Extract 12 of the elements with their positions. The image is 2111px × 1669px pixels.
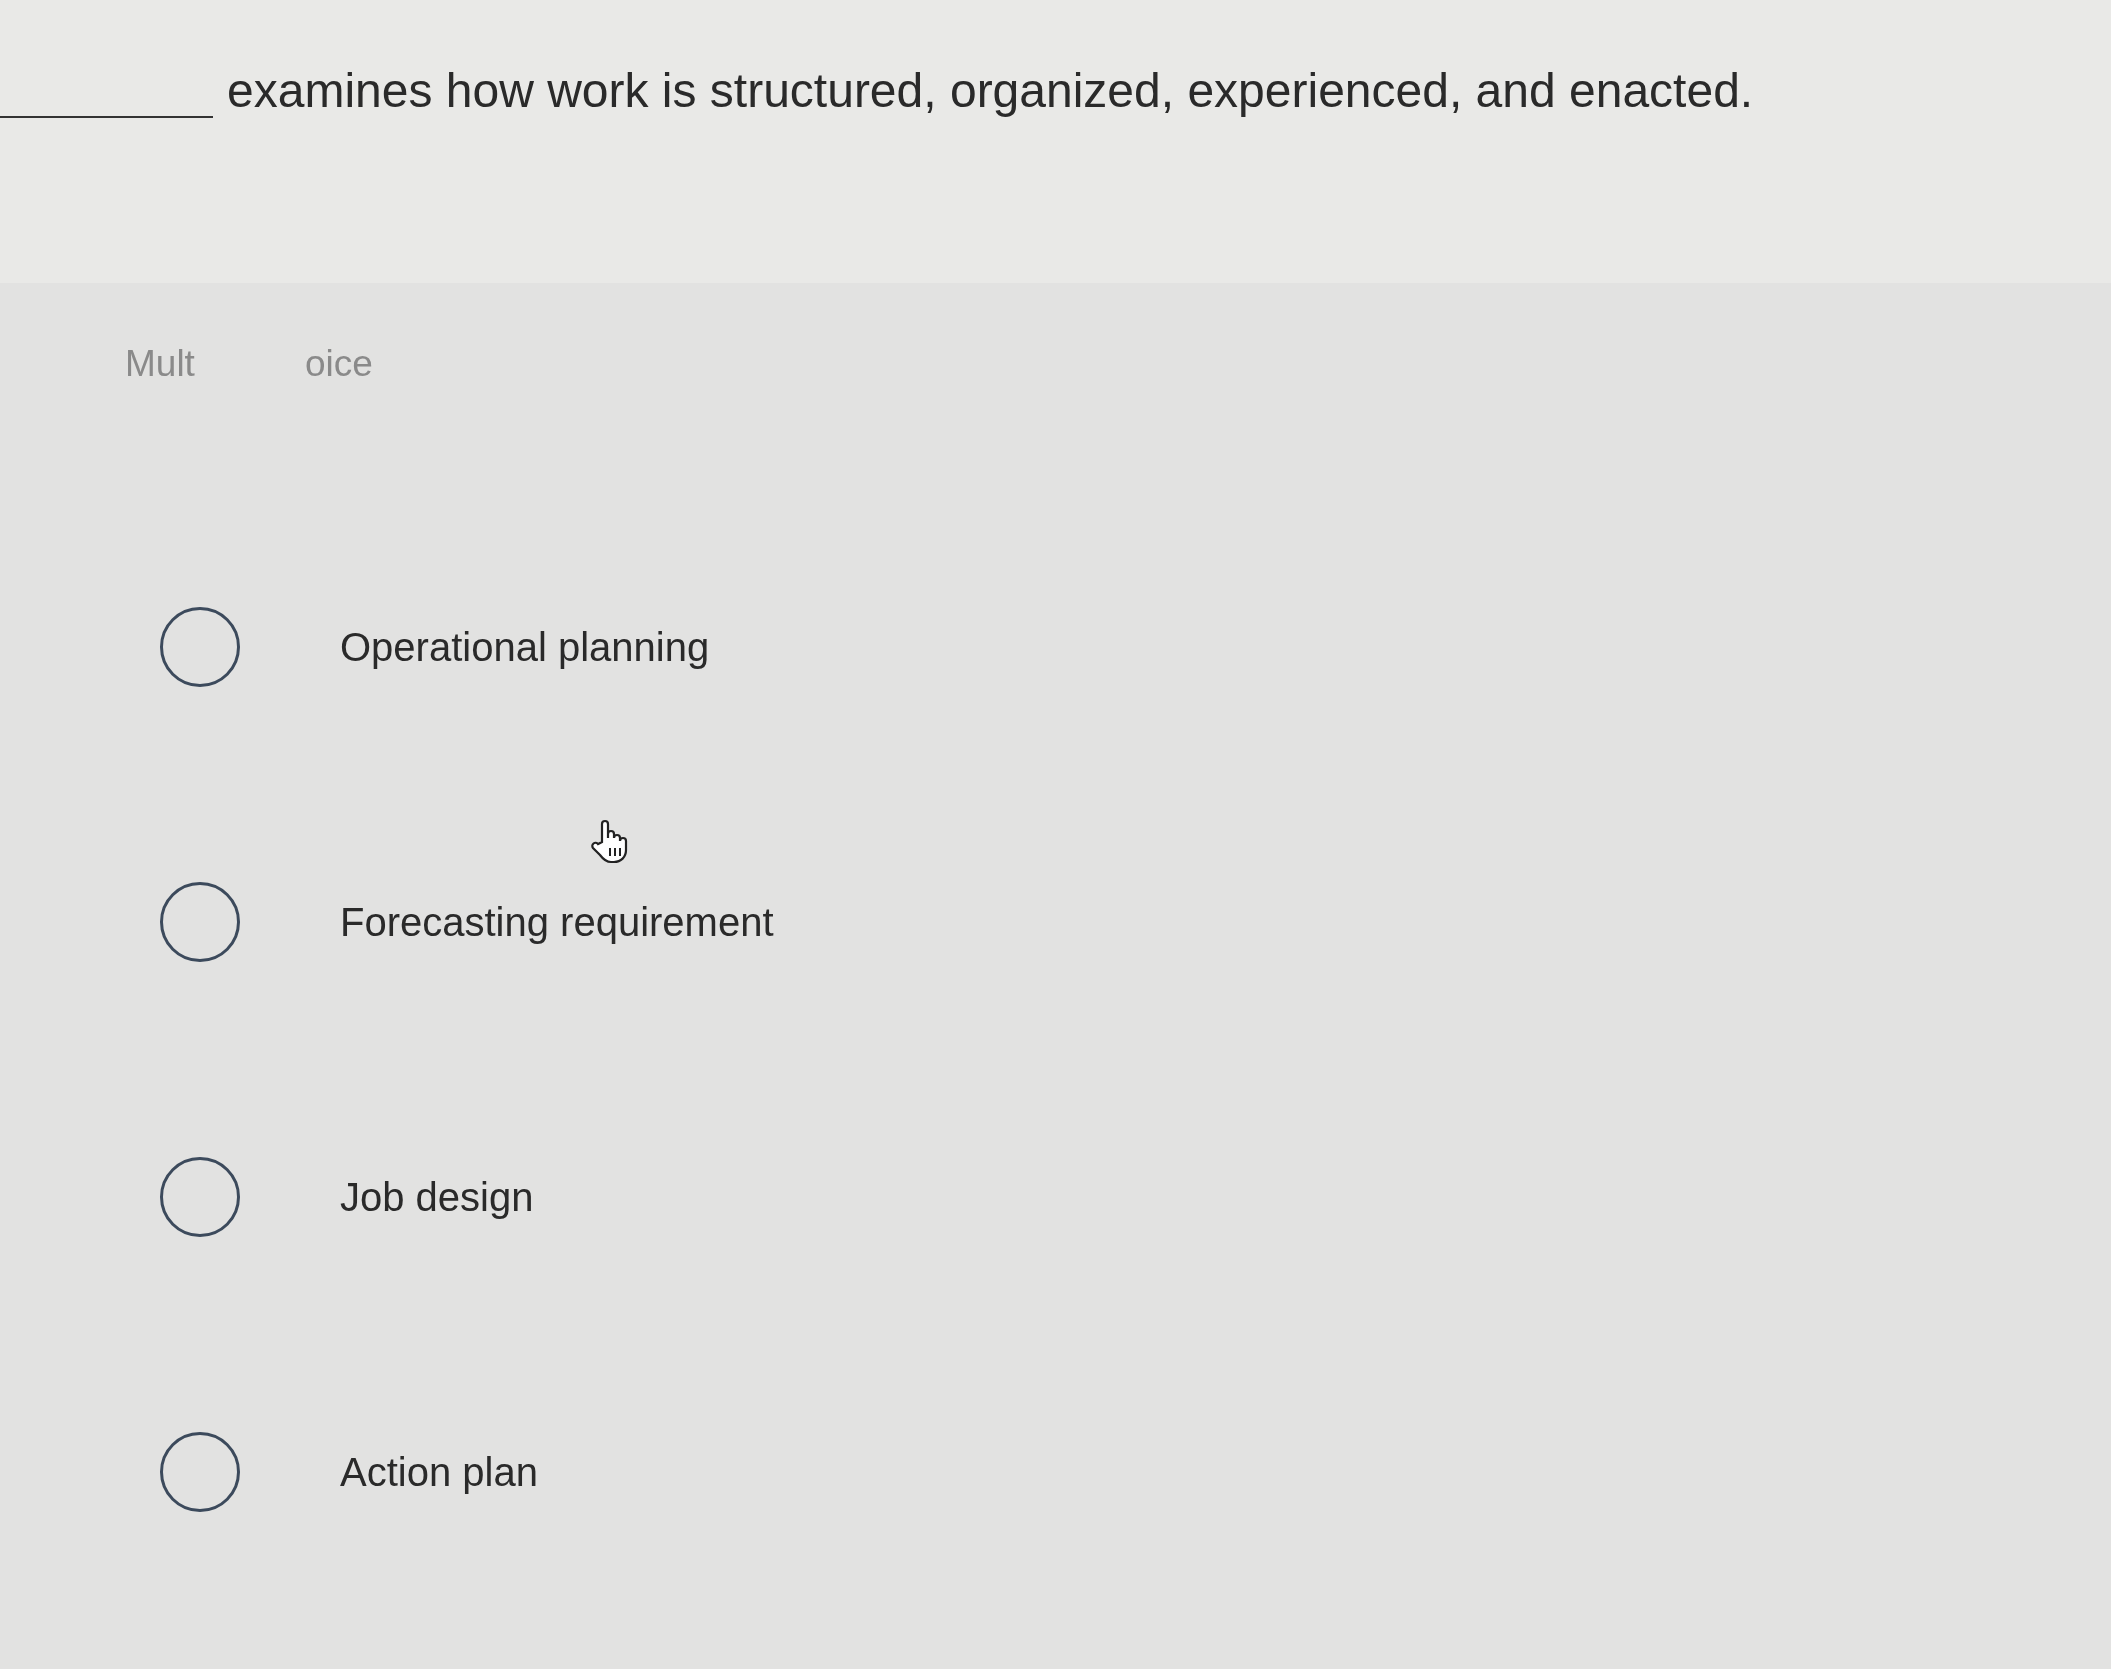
question-text: examines how work is structured, organized, experienced, and enacted. <box>227 63 1754 118</box>
hand-cursor-icon <box>590 818 630 864</box>
option-label[interactable]: Forecasting requirement <box>340 899 774 945</box>
option-label[interactable]: Job design <box>340 1174 534 1220</box>
option-label[interactable]: Action plan <box>340 1449 538 1495</box>
radio-button[interactable] <box>160 882 240 962</box>
radio-button[interactable] <box>160 1432 240 1512</box>
question-type-label: oice <box>304 343 373 385</box>
option-label[interactable]: Operational planning <box>340 624 710 670</box>
question-type-label: Mult <box>125 343 195 385</box>
radio-button[interactable] <box>160 1157 240 1237</box>
radio-button[interactable] <box>160 607 240 687</box>
